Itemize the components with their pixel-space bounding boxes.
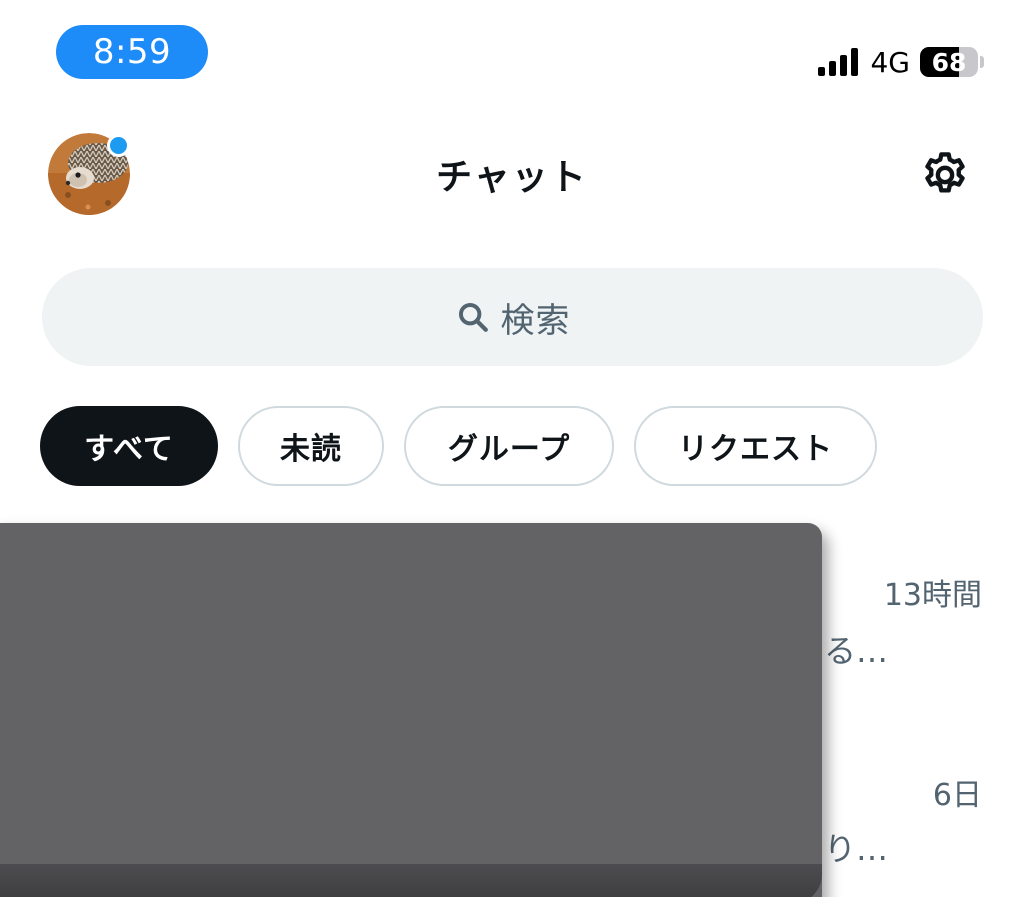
gear-icon xyxy=(925,152,965,193)
conversation-time: 6日 xyxy=(932,778,982,813)
battery-level: 68 xyxy=(931,47,967,77)
filter-requests[interactable]: リクエスト xyxy=(634,406,877,486)
chat-screen: 8:59 4G 68 チャット 検索 すべて 未読 グループ リクエスト 13時… xyxy=(0,0,1024,897)
page-title: チャット xyxy=(436,157,588,198)
battery-nub xyxy=(980,56,984,68)
search-input[interactable]: 検索 xyxy=(42,268,983,366)
redaction-overlay-edge xyxy=(0,864,822,897)
battery-icon: 68 xyxy=(920,47,978,77)
status-time[interactable]: 8:59 xyxy=(56,25,208,79)
signal-icon xyxy=(818,48,859,76)
filter-all[interactable]: すべて xyxy=(40,406,218,486)
network-type: 4G xyxy=(870,45,910,79)
search-placeholder: 検索 xyxy=(500,300,571,341)
filter-groups[interactable]: グループ xyxy=(404,406,614,486)
status-indicators: 4G 68 xyxy=(818,44,984,80)
search-icon xyxy=(455,299,491,335)
redaction-overlay xyxy=(0,523,822,897)
conversation-time: 13時間 xyxy=(883,578,982,613)
filter-unread[interactable]: 未読 xyxy=(238,406,384,486)
conversation-snippet: る… xyxy=(823,632,888,670)
settings-button[interactable] xyxy=(918,148,972,202)
